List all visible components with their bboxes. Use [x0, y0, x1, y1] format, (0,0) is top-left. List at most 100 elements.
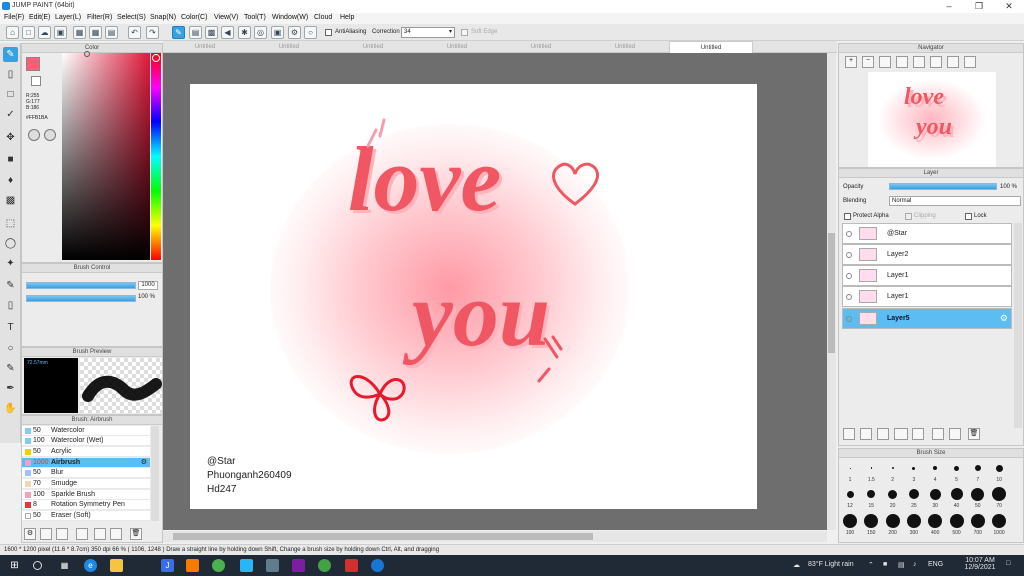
duplicate-layer-icon[interactable]: [932, 428, 944, 440]
volume-icon[interactable]: ♪: [913, 561, 917, 568]
flip-icon[interactable]: ◀: [221, 26, 234, 39]
comment-icon[interactable]: ▣: [54, 26, 67, 39]
new-layer-icon[interactable]: [843, 428, 855, 440]
pen-mode-icon[interactable]: ✎: [172, 26, 185, 39]
brush-size-dot[interactable]: [950, 488, 963, 500]
sv-cursor[interactable]: [84, 51, 90, 57]
tab-untitled-3[interactable]: Untitled: [333, 41, 413, 53]
app-purple-icon[interactable]: [292, 559, 305, 572]
layer-row[interactable]: Layer1: [842, 265, 1012, 286]
menu-tool[interactable]: Tool(T): [244, 14, 266, 21]
brush-item[interactable]: 100 Watercolor (Wet): [22, 436, 150, 446]
search-icon[interactable]: [33, 561, 42, 570]
close-button[interactable]: ✕: [994, 0, 1024, 13]
menu-edit[interactable]: Edit(E): [29, 14, 50, 21]
app-green-icon[interactable]: [212, 559, 225, 572]
weather-icon[interactable]: ☁: [793, 561, 800, 569]
tab-untitled-4[interactable]: Untitled: [417, 41, 497, 53]
layer-scrollbar[interactable]: [1014, 223, 1022, 428]
protect-alpha-checkbox[interactable]: [844, 213, 851, 220]
color-palette-icon[interactable]: [44, 129, 56, 141]
rotate-reset-icon[interactable]: [930, 56, 942, 68]
brush-settings-icon[interactable]: ⚙: [24, 528, 36, 540]
folder-icon[interactable]: [912, 428, 924, 440]
app-red-icon[interactable]: [345, 559, 358, 572]
menu-window[interactable]: Window(W): [272, 14, 308, 21]
perspective-icon[interactable]: ▣: [271, 26, 284, 39]
chrome-icon[interactable]: [318, 559, 331, 572]
tab-untitled-5[interactable]: Untitled: [501, 41, 581, 53]
select-tool-icon[interactable]: ⬚: [3, 216, 18, 231]
merge-layer-icon[interactable]: [949, 428, 961, 440]
color-history-icon[interactable]: [28, 129, 40, 141]
layer-row-selected[interactable]: Layer5 ⚙: [842, 308, 1012, 329]
vertical-scroll-thumb[interactable]: [828, 233, 835, 353]
home-icon[interactable]: ⌂: [6, 26, 19, 39]
eye-icon[interactable]: [846, 294, 852, 300]
app-orange-icon[interactable]: [186, 559, 199, 572]
layer-row[interactable]: Layer1: [842, 286, 1012, 307]
zoom-icon[interactable]: [371, 559, 384, 572]
line-tool-icon[interactable]: ✓: [3, 107, 18, 122]
gear-icon[interactable]: ⚙: [1000, 313, 1008, 324]
brush-list-scrollbar[interactable]: [151, 426, 159, 521]
hand-tool-icon[interactable]: ✋: [3, 401, 18, 416]
horizontal-scroll-thumb[interactable]: [173, 533, 593, 540]
trash-icon[interactable]: 🗑: [968, 428, 980, 440]
new-layer-8bit-icon[interactable]: [860, 428, 872, 440]
pen-icon[interactable]: ✒: [3, 381, 18, 396]
rotate-right-icon[interactable]: [947, 56, 959, 68]
brush-size-dot[interactable]: [846, 490, 854, 498]
tray-app-icon[interactable]: ■: [883, 561, 887, 568]
rectangle-tool-icon[interactable]: □: [3, 87, 18, 102]
new-file-icon[interactable]: □: [22, 26, 35, 39]
color-sv-picker[interactable]: [62, 53, 150, 260]
edge-browser-icon[interactable]: e: [84, 559, 97, 572]
blending-select[interactable]: Normal: [889, 196, 1021, 206]
undo-icon[interactable]: ↶: [128, 26, 141, 39]
horizontal-scrollbar[interactable]: [163, 531, 827, 542]
actual-size-icon[interactable]: [896, 56, 908, 68]
weather-text[interactable]: 83°F Light rain: [808, 561, 854, 568]
grid-icon[interactable]: ▦: [89, 26, 102, 39]
antialiasing-checkbox[interactable]: [325, 29, 332, 36]
notification-icon[interactable]: □: [1006, 560, 1010, 567]
rotate-left-icon[interactable]: [913, 56, 925, 68]
clock[interactable]: 10:07 AM 12/9/2021: [962, 557, 998, 571]
gradient-tool-icon[interactable]: ▩: [3, 193, 18, 208]
menu-color[interactable]: Color(C): [181, 14, 207, 21]
menu-layer[interactable]: Layer(L): [55, 14, 81, 21]
brush-size-dot[interactable]: [971, 487, 985, 501]
eye-icon[interactable]: [846, 316, 852, 322]
lock-checkbox[interactable]: [965, 213, 972, 220]
redo-icon[interactable]: ↷: [146, 26, 159, 39]
new-brush-icon[interactable]: [40, 528, 52, 540]
select-pen-icon[interactable]: ✎: [3, 278, 18, 293]
soft-edge-checkbox[interactable]: [461, 29, 468, 36]
camera-icon[interactable]: [266, 559, 279, 572]
brush-size-slider[interactable]: [26, 282, 136, 289]
network-icon[interactable]: ▤: [898, 561, 905, 569]
clipping-checkbox[interactable]: [905, 213, 912, 220]
page-icon[interactable]: ▤: [105, 26, 118, 39]
brush-size-dot[interactable]: [992, 487, 1007, 501]
brush-copy-icon[interactable]: [56, 528, 68, 540]
brush-folder-icon[interactable]: [94, 528, 106, 540]
brush-item[interactable]: 70 Smudge: [22, 479, 150, 489]
flip-horizontal-icon[interactable]: [964, 56, 976, 68]
brush-size-dot[interactable]: [949, 514, 964, 528]
brush-size-dot[interactable]: [992, 514, 1007, 528]
menu-help[interactable]: Help: [340, 14, 354, 21]
fill-rect-tool-icon[interactable]: ■: [3, 152, 18, 167]
gear-icon[interactable]: ⚙: [141, 458, 147, 468]
shape-tool-icon[interactable]: ○: [3, 341, 18, 356]
main-color-swatch[interactable]: [26, 57, 40, 71]
brush-size-dot[interactable]: [908, 489, 919, 499]
drawing-canvas[interactable]: love you @Star Phuonganh260409 Hd247: [190, 84, 757, 509]
eraser-tool-icon[interactable]: ▯: [3, 67, 18, 82]
windows-start-icon[interactable]: ⊞: [8, 559, 21, 572]
trash-icon[interactable]: 🗑: [130, 528, 142, 540]
brush-size-dot[interactable]: [970, 514, 985, 528]
add-layer-menu-icon[interactable]: [894, 428, 908, 440]
select-eraser-icon[interactable]: ▯: [3, 298, 18, 313]
